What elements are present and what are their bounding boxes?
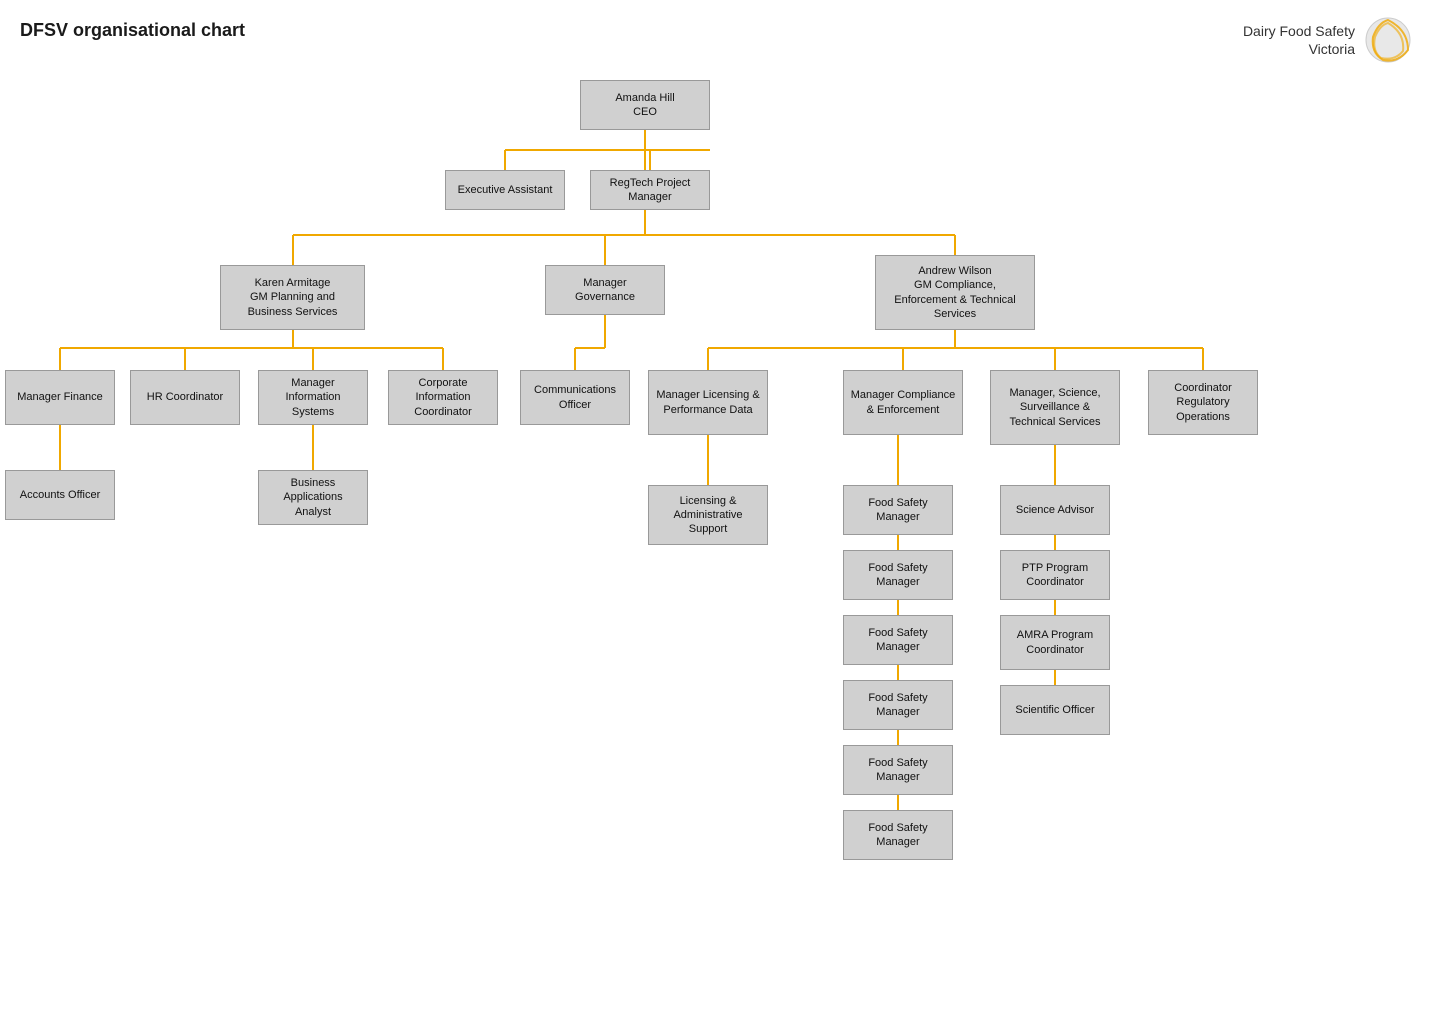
box-coord_reg_ops: Coordinator Regulatory Operations bbox=[1148, 370, 1258, 435]
box-hr_coord: HR Coordinator bbox=[130, 370, 240, 425]
box-mgr_info_sys: Manager Information Systems bbox=[258, 370, 368, 425]
box-corp_info_coord: Corporate Information Coordinator bbox=[388, 370, 498, 425]
box-regtech: RegTech Project Manager bbox=[590, 170, 710, 210]
box-mgr_science: Manager, Science, Surveillance & Technic… bbox=[990, 370, 1120, 445]
org-chart: Amanda HillCEO Executive Assistant RegTech… bbox=[0, 70, 1433, 1013]
box-gm_planning: Karen ArmitageGM Planning and Business S… bbox=[220, 265, 365, 330]
box-mgr_licensing: Manager Licensing & Performance Data bbox=[648, 370, 768, 435]
box-ptp_coord: PTP Program Coordinator bbox=[1000, 550, 1110, 600]
box-sci_officer: Scientific Officer bbox=[1000, 685, 1110, 735]
box-accounts_officer: Accounts Officer bbox=[5, 470, 115, 520]
box-fsm3: Food Safety Manager bbox=[843, 615, 953, 665]
box-biz_app_analyst: Business Applications Analyst bbox=[258, 470, 368, 525]
box-mgr_governance: Manager Governance bbox=[545, 265, 665, 315]
box-exec_assistant: Executive Assistant bbox=[445, 170, 565, 210]
page-title: DFSV organisational chart bbox=[20, 20, 245, 41]
box-fsm2: Food Safety Manager bbox=[843, 550, 953, 600]
box-fsm5: Food Safety Manager bbox=[843, 745, 953, 795]
box-mgr_finance: Manager Finance bbox=[5, 370, 115, 425]
box-fsm4: Food Safety Manager bbox=[843, 680, 953, 730]
box-ceo: Amanda HillCEO bbox=[580, 80, 710, 130]
logo-text: Dairy Food Safety Victoria bbox=[1243, 22, 1355, 58]
box-licensing_admin: Licensing & Administrative Support bbox=[648, 485, 768, 545]
logo-icon bbox=[1363, 15, 1413, 65]
box-gm_compliance: Andrew WilsonGM Compliance, Enforcement … bbox=[875, 255, 1035, 330]
box-comms_officer: Communications Officer bbox=[520, 370, 630, 425]
logo-area: Dairy Food Safety Victoria bbox=[1243, 15, 1413, 65]
box-fsm6: Food Safety Manager bbox=[843, 810, 953, 860]
box-mgr_compliance: Manager Compliance & Enforcement bbox=[843, 370, 963, 435]
box-fsm1: Food Safety Manager bbox=[843, 485, 953, 535]
box-science_advisor: Science Advisor bbox=[1000, 485, 1110, 535]
box-amra_coord: AMRA Program Coordinator bbox=[1000, 615, 1110, 670]
